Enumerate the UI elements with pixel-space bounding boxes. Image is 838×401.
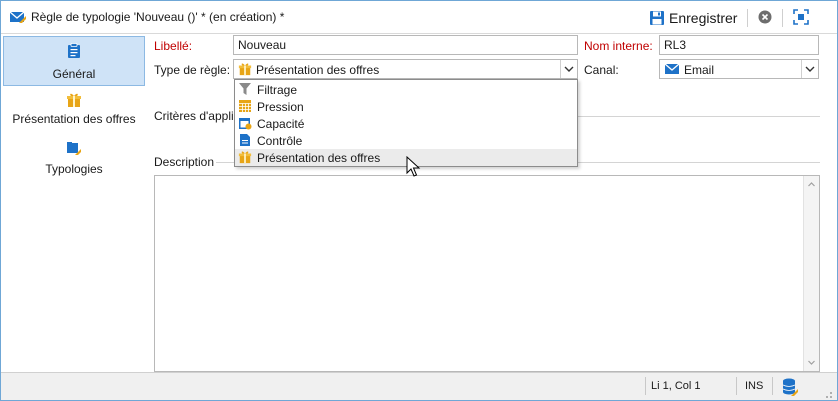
envelope-icon [664, 63, 680, 74]
sidebar-item-label: Typologies [45, 162, 103, 176]
sidebar-item-general[interactable]: Général [3, 36, 145, 86]
calendar-clock-icon [239, 118, 252, 130]
status-separator [645, 377, 646, 395]
dropdown-item-label: Contrôle [257, 134, 303, 148]
save-button[interactable]: Enregistrer [649, 7, 737, 29]
dropdown-item-filtrage[interactable]: Filtrage [235, 81, 577, 98]
sidebar-item-label: Présentation des offres [12, 112, 136, 126]
database-icon[interactable] [781, 377, 799, 397]
dropdown-item-capacite[interactable]: Capacité [235, 115, 577, 132]
libelle-input[interactable] [233, 35, 578, 55]
canal-label: Canal: [584, 63, 619, 77]
save-button-label: Enregistrer [669, 10, 738, 26]
resize-grip-icon[interactable] [821, 387, 833, 399]
toolbar-separator [747, 9, 748, 27]
status-separator [772, 377, 773, 395]
chevron-down-icon [805, 66, 815, 72]
chevron-down-icon [564, 66, 574, 72]
type-regle-dropdown-list: Filtrage Pression Capacité Contrôle Prés… [234, 79, 578, 167]
criteres-divider [578, 116, 820, 117]
type-regle-label: Type de règle: [154, 63, 231, 77]
dropdown-arrow[interactable] [801, 60, 818, 78]
nom-interne-input[interactable] [659, 35, 819, 55]
title-bar: Règle de typologie 'Nouveau ()' * (en cr… [1, 1, 837, 34]
dropdown-item-pression[interactable]: Pression [235, 98, 577, 115]
status-separator [736, 377, 737, 395]
dropdown-item-label: Pression [257, 100, 304, 114]
dropdown-item-label: Capacité [257, 117, 305, 131]
criteres-label: Critères d'appli [154, 109, 234, 123]
nom-interne-label: Nom interne: [584, 39, 653, 53]
type-regle-value: Présentation des offres [256, 63, 380, 77]
envelope-rule-icon [9, 11, 26, 23]
sidebar-item-label: Général [52, 67, 96, 81]
window-title: Règle de typologie 'Nouveau ()' * (en cr… [31, 10, 285, 24]
vertical-scrollbar[interactable] [803, 176, 819, 371]
scroll-up-icon[interactable] [804, 178, 819, 190]
sidebar-item-typologies[interactable]: Typologies [3, 134, 145, 184]
toolbar-separator [782, 9, 783, 27]
rule-editor-window: Règle de typologie 'Nouveau ()' * (en cr… [0, 0, 838, 401]
dropdown-item-label: Filtrage [257, 83, 298, 97]
gift-icon [238, 151, 252, 164]
canal-value: Email [684, 63, 715, 77]
close-icon[interactable] [758, 10, 772, 24]
status-bar: Li 1, Col 1 INS [1, 372, 837, 400]
mouse-cursor-icon [406, 156, 421, 177]
maximize-icon[interactable] [793, 9, 809, 25]
cursor-position: Li 1, Col 1 [651, 380, 701, 392]
sidebar: Général Présentation des offres Typologi… [1, 34, 147, 370]
dropdown-item-controle[interactable]: Contrôle [235, 132, 577, 149]
gift-icon [67, 93, 81, 107]
clipboard-icon [68, 43, 80, 58]
description-textarea[interactable] [154, 175, 820, 372]
sidebar-item-offer-presentation[interactable]: Présentation des offres [3, 86, 145, 136]
gift-icon [238, 63, 252, 76]
libelle-label: Libellé: [154, 39, 193, 53]
funnel-icon [239, 83, 251, 95]
floppy-disk-icon [650, 11, 664, 25]
description-label: Description [154, 155, 215, 169]
calendar-grid-icon [239, 100, 251, 112]
insert-mode: INS [745, 380, 764, 392]
dropdown-arrow[interactable] [560, 60, 577, 78]
document-icon [240, 134, 250, 146]
scroll-down-icon[interactable] [804, 357, 819, 369]
dropdown-item-label: Présentation des offres [257, 151, 381, 165]
canal-select[interactable]: Email [659, 59, 819, 79]
type-regle-select[interactable]: Présentation des offres [233, 59, 578, 79]
typology-icon [67, 142, 81, 155]
